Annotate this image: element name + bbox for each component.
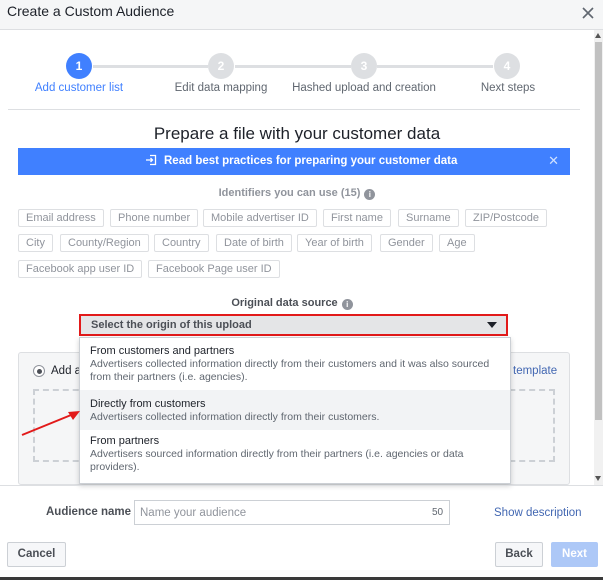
- identifier-tag: Country: [154, 234, 209, 252]
- option-directly-from-customers[interactable]: Directly from customers Advertisers coll…: [80, 390, 510, 430]
- audience-name-label: Audience name: [46, 506, 131, 518]
- step-2-indicator: 2: [208, 53, 234, 79]
- dialog-title-bar: Create a Custom Audience: [0, 0, 603, 30]
- identifier-tag: Facebook app user ID: [18, 260, 143, 278]
- identifier-tag: County/Region: [60, 234, 149, 252]
- identifier-tag: Gender: [380, 234, 433, 252]
- step-1-indicator: 1: [66, 53, 92, 79]
- footer-divider: [0, 485, 603, 486]
- identifier-tag: City: [18, 234, 53, 252]
- data-source-dropdown: From customers and partners Advertisers …: [79, 337, 511, 484]
- step-4-label: Next steps: [480, 82, 536, 94]
- close-icon[interactable]: [579, 4, 597, 22]
- download-template-link[interactable]: template: [513, 365, 557, 377]
- next-button[interactable]: Next: [551, 542, 598, 567]
- option-description: Advertisers collected information direct…: [90, 411, 380, 423]
- data-source-select[interactable]: Select the origin of this upload: [79, 314, 508, 336]
- step-3-label: Hashed upload and creation: [292, 82, 436, 94]
- identifier-tag: Age: [439, 234, 475, 252]
- step-2-label: Edit data mapping: [174, 82, 268, 94]
- data-source-select-value: Select the origin of this upload: [91, 319, 252, 331]
- banner-close-icon[interactable]: ✕: [548, 153, 559, 169]
- step-connector: [235, 65, 351, 68]
- dialog-title: Create a Custom Audience: [7, 3, 175, 19]
- scroll-down-arrow-icon[interactable]: [595, 476, 601, 481]
- identifiers-heading-text: Identifiers you can use (15): [218, 187, 361, 199]
- identifier-tag: Phone number: [110, 209, 199, 227]
- option-title: Directly from customers: [90, 398, 206, 410]
- option-title: From customers and partners: [90, 345, 235, 357]
- identifier-tag: Email address: [18, 209, 104, 227]
- identifier-tag: Facebook Page user ID: [148, 260, 280, 278]
- identifier-tag: Mobile advertiser ID: [203, 209, 317, 227]
- step-3-indicator: 3: [351, 53, 377, 79]
- show-description-link[interactable]: Show description: [494, 507, 582, 519]
- identifier-tag: Year of birth: [297, 234, 372, 252]
- option-customers-and-partners[interactable]: From customers and partners Advertisers …: [80, 345, 510, 390]
- data-source-label-text: Original data source: [231, 297, 338, 309]
- step-4-indicator: 4: [494, 53, 520, 79]
- chevron-down-icon: [487, 322, 497, 328]
- info-icon[interactable]: i: [341, 299, 353, 310]
- identifier-tag: Surname: [398, 209, 459, 227]
- back-button[interactable]: Back: [495, 542, 543, 567]
- step-connector: [93, 65, 208, 68]
- enter-link-icon: [146, 154, 157, 166]
- upload-radio-label: Add a: [51, 365, 82, 377]
- scrollbar[interactable]: [594, 30, 603, 485]
- banner-link-text[interactable]: Read best practices for preparing your c…: [164, 155, 457, 167]
- step-connector: [377, 65, 493, 68]
- character-count: 50: [432, 507, 444, 518]
- step-1-label: Add customer list: [34, 82, 124, 94]
- section-heading: Prepare a file with your customer data: [153, 124, 441, 143]
- option-description: Advertisers sourced information directly…: [90, 448, 464, 473]
- option-title: From partners: [90, 435, 160, 447]
- identifier-tag: Date of birth: [216, 234, 292, 252]
- audience-name-input[interactable]: [134, 500, 450, 525]
- best-practices-banner[interactable]: Read best practices for preparing your c…: [18, 148, 570, 175]
- identifiers-heading: Identifiers you can use (15) i: [0, 187, 594, 200]
- data-source-label: Original data source i: [0, 297, 584, 310]
- identifier-tag: ZIP/Postcode: [465, 209, 548, 227]
- option-description: Advertisers collected information direct…: [90, 358, 490, 383]
- option-from-partners[interactable]: From partners Advertisers sourced inform…: [80, 435, 510, 480]
- upload-radio[interactable]: [33, 365, 45, 377]
- annotation-arrow-icon: [21, 411, 80, 436]
- cancel-button[interactable]: Cancel: [7, 542, 66, 567]
- info-icon[interactable]: i: [364, 189, 376, 200]
- progress-stepper: 1 2 3 4 Add customer list Edit data mapp…: [8, 50, 580, 110]
- scrollbar-thumb[interactable]: [595, 42, 602, 420]
- identifier-tag: First name: [323, 209, 391, 227]
- scroll-up-arrow-icon[interactable]: [595, 33, 601, 38]
